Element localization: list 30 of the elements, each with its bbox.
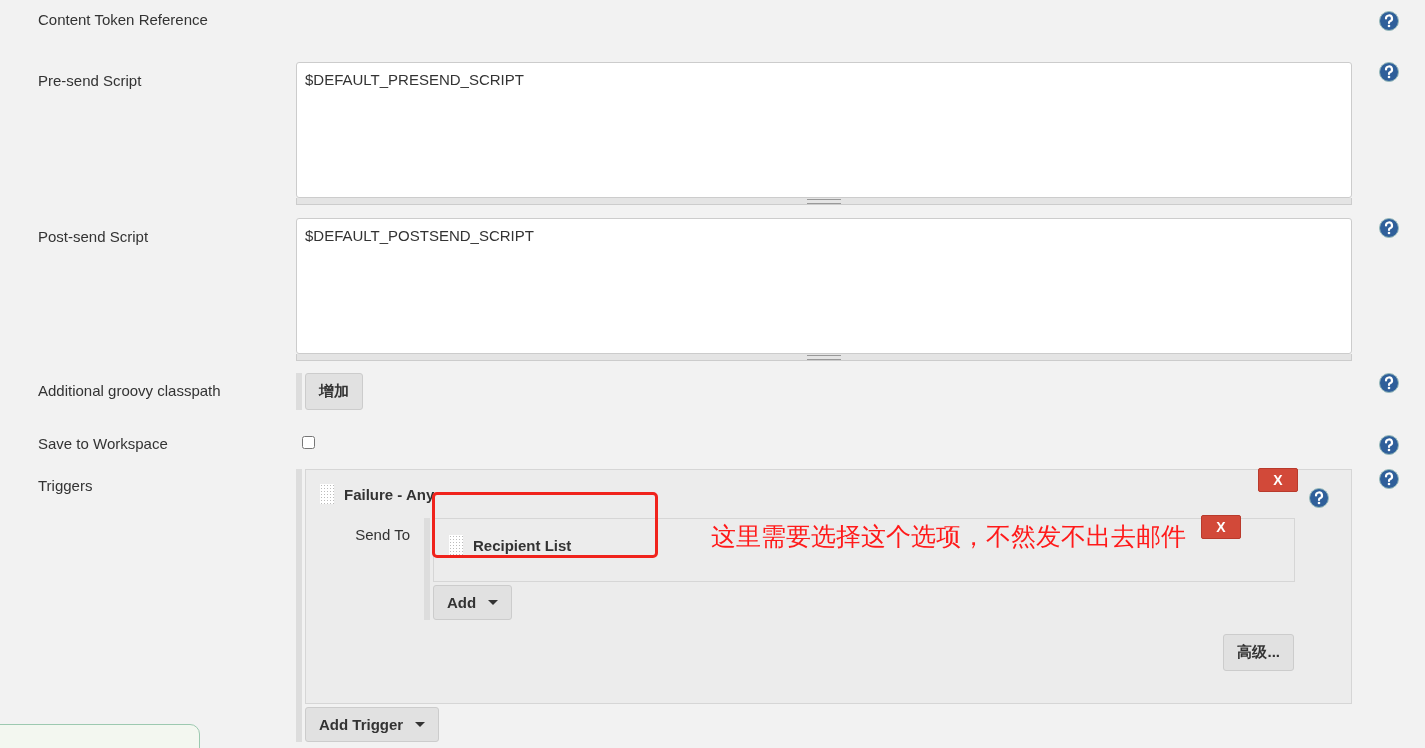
- field-label: Save to Workspace: [38, 435, 169, 452]
- drag-handle-icon[interactable]: [449, 535, 463, 555]
- help-icon[interactable]: [1378, 218, 1399, 238]
- send-to-label: Send To: [354, 525, 411, 545]
- caret-icon: [415, 722, 426, 727]
- script-textarea[interactable]: $DEFAULT_PRESEND_SCRIPT: [296, 62, 1352, 198]
- field-label: Content Token Reference: [38, 11, 209, 28]
- field-label: Post-send Script: [38, 228, 150, 245]
- add-classpath-button[interactable]: 增加: [305, 373, 363, 410]
- field-label: Triggers: [38, 477, 94, 494]
- caret-icon: [488, 600, 499, 605]
- delete-button[interactable]: X: [1258, 468, 1298, 492]
- delete-button[interactable]: X: [1201, 515, 1241, 539]
- add-dropdown-button[interactable]: Add: [433, 585, 513, 620]
- help-icon[interactable]: [1378, 62, 1399, 82]
- annotation-text: 这里需要选择这个选项，不然发不出去邮件: [711, 521, 1186, 553]
- add-trigger-button[interactable]: Add Trigger: [305, 707, 440, 742]
- help-icon[interactable]: [1309, 488, 1329, 508]
- drag-handle-icon[interactable]: [320, 484, 334, 504]
- help-icon[interactable]: [1378, 373, 1399, 393]
- checkbox[interactable]: [302, 436, 315, 449]
- recipient-title: Recipient List: [473, 536, 572, 554]
- advanced-button[interactable]: 高级...: [1223, 634, 1294, 671]
- field-label: Additional groovy classpath: [38, 382, 222, 399]
- field-label: Pre-send Script: [38, 72, 143, 89]
- trigger-title: Failure - Any: [344, 485, 435, 503]
- help-icon[interactable]: [1378, 11, 1399, 31]
- help-icon[interactable]: [1378, 435, 1399, 455]
- help-icon[interactable]: [1378, 469, 1399, 489]
- script-textarea[interactable]: $DEFAULT_POSTSEND_SCRIPT: [296, 218, 1352, 354]
